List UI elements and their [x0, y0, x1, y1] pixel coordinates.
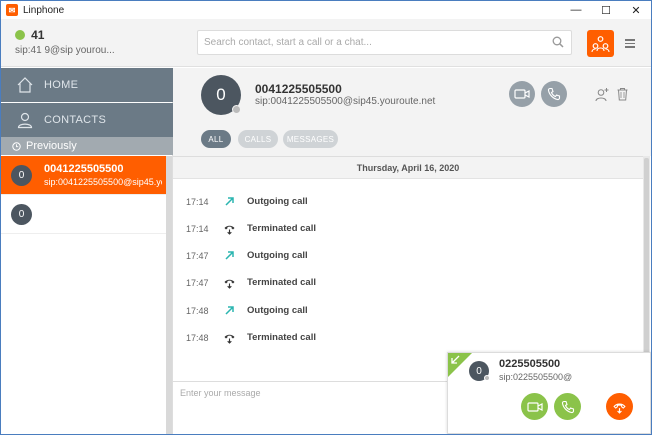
call-event-label: Outgoing call	[247, 196, 308, 207]
terminated-call-icon	[224, 334, 235, 344]
sidebar: HOME CONTACTS Previously 0 0041225505500…	[1, 68, 173, 434]
terminated-call-icon	[224, 279, 235, 289]
recent-conversations-list: 0 0041225505500 sip:0041225505500@sip45.…	[1, 156, 166, 234]
conversation-sip: sip:0041225505500@sip45.youroute.net	[44, 177, 162, 187]
presence-offline-icon	[484, 375, 490, 381]
caller-avatar-initial: 0	[476, 365, 482, 377]
accept-audio-button[interactable]	[554, 393, 581, 420]
avatar: 0	[201, 75, 241, 115]
call-event-label: Terminated call	[247, 223, 316, 234]
caller-sip-address: sip:0225505500@sip45.youroute.net	[499, 372, 572, 382]
table-row: 17:47 Outgoing call	[173, 243, 643, 270]
conversation-history: Thursday, April 16, 2020 17:14 Outgoing …	[173, 156, 643, 381]
tab-all[interactable]: ALL	[201, 130, 231, 148]
terminated-call-icon	[224, 225, 235, 235]
call-time: 17:48	[186, 306, 209, 316]
conference-icon	[591, 36, 610, 53]
home-icon	[17, 77, 33, 93]
message-input[interactable]	[173, 382, 443, 432]
contact-avatar-initial: 0	[216, 85, 226, 104]
search-input[interactable]	[198, 31, 548, 54]
maximize-button[interactable]: ☐	[591, 1, 621, 19]
table-row: 17:48 Outgoing call	[173, 298, 643, 325]
delete-history-icon[interactable]	[616, 87, 629, 101]
previously-label: Previously	[26, 140, 77, 152]
title-bar: ✉ Linphone — ☐ ✕	[1, 1, 651, 19]
hang-up-icon	[613, 403, 626, 414]
contacts-icon	[17, 112, 33, 129]
nav-home[interactable]: HOME	[1, 68, 173, 102]
window-title: Linphone	[23, 4, 65, 16]
call-time: 17:48	[186, 333, 209, 343]
avatar: 0	[11, 204, 32, 225]
outgoing-call-icon	[225, 251, 234, 260]
avatar: 0	[469, 361, 490, 381]
phone-icon	[547, 87, 561, 101]
history-scrollbar[interactable]	[643, 156, 650, 381]
account-sip-address: sip:41 9@sip yourou...	[15, 45, 115, 56]
table-row: 17:47 Terminated call	[173, 270, 643, 297]
top-bar: 41 sip:41 9@sip yourou...	[1, 19, 651, 67]
contact-header: 0 0041225505500 sip:0041225505500@sip45.…	[173, 68, 651, 124]
call-event-label: Outgoing call	[247, 305, 308, 316]
search-box	[197, 30, 572, 55]
decline-call-button[interactable]	[606, 393, 633, 420]
call-event-label: Terminated call	[247, 277, 316, 288]
contact-name: 0041225505500	[255, 82, 342, 96]
call-event-label: Outgoing call	[247, 250, 308, 261]
menu-hamburger-icon[interactable]	[625, 37, 637, 49]
call-event-label: Terminated call	[247, 332, 316, 343]
list-item[interactable]: 0	[1, 195, 166, 234]
account-display-name: 41	[31, 28, 45, 42]
call-time: 17:14	[186, 197, 209, 207]
date-separator: Thursday, April 16, 2020	[173, 157, 643, 179]
call-time: 17:47	[186, 251, 209, 261]
scrollbar-thumb[interactable]	[644, 158, 649, 358]
incoming-call-icon	[451, 355, 460, 364]
tab-calls[interactable]: CALLS	[238, 130, 278, 148]
video-camera-icon	[526, 401, 543, 412]
presence-online-icon	[15, 30, 25, 40]
call-time: 17:47	[186, 278, 209, 288]
history-filter-tabs: ALL CALLS MESSAGES	[173, 124, 651, 156]
table-row: 17:14 Outgoing call	[173, 189, 643, 216]
outgoing-call-icon	[225, 197, 234, 206]
audio-call-button[interactable]	[541, 81, 567, 107]
linphone-logo-icon: ✉	[6, 4, 18, 16]
video-call-button[interactable]	[509, 81, 535, 107]
window-controls: — ☐ ✕	[561, 1, 651, 19]
outgoing-call-icon	[225, 306, 234, 315]
accept-video-button[interactable]	[521, 393, 548, 420]
nav-contacts[interactable]: CONTACTS	[1, 103, 173, 137]
previously-header: Previously	[1, 137, 173, 155]
conversation-name: 0041225505500	[44, 163, 124, 175]
table-row: 17:48 Terminated call	[173, 325, 643, 352]
caller-name: 0225505500	[499, 358, 561, 370]
account-info[interactable]: 41 sip:41 9@sip yourou...	[15, 28, 115, 56]
linphone-window: ✉ Linphone — ☐ ✕ 41 sip:41 9@sip yourou.…	[0, 0, 652, 435]
minimize-button[interactable]: —	[561, 1, 591, 19]
close-button[interactable]: ✕	[621, 1, 651, 19]
conference-button[interactable]	[587, 30, 614, 57]
avatar: 0	[11, 165, 32, 186]
list-item[interactable]: 0 0041225505500 sip:0041225505500@sip45.…	[1, 156, 166, 195]
clock-icon	[12, 141, 21, 151]
phone-icon	[561, 400, 574, 413]
presence-offline-icon	[232, 105, 241, 114]
sidebar-scrollbar[interactable]	[166, 156, 172, 434]
nav-home-label: HOME	[44, 79, 79, 91]
search-icon[interactable]	[552, 36, 564, 48]
tab-messages[interactable]: MESSAGES	[283, 130, 338, 148]
incoming-call-notification: 0 0225505500 sip:0225505500@sip45.yourou…	[447, 352, 651, 434]
message-composer	[173, 381, 451, 434]
nav-contacts-label: CONTACTS	[44, 114, 107, 126]
call-time: 17:14	[186, 224, 209, 234]
contact-sip-address: sip:0041225505500@sip45.youroute.net	[255, 96, 436, 107]
video-camera-icon	[514, 89, 530, 99]
table-row: 17:14 Terminated call	[173, 216, 643, 243]
add-contact-icon[interactable]	[595, 87, 610, 102]
